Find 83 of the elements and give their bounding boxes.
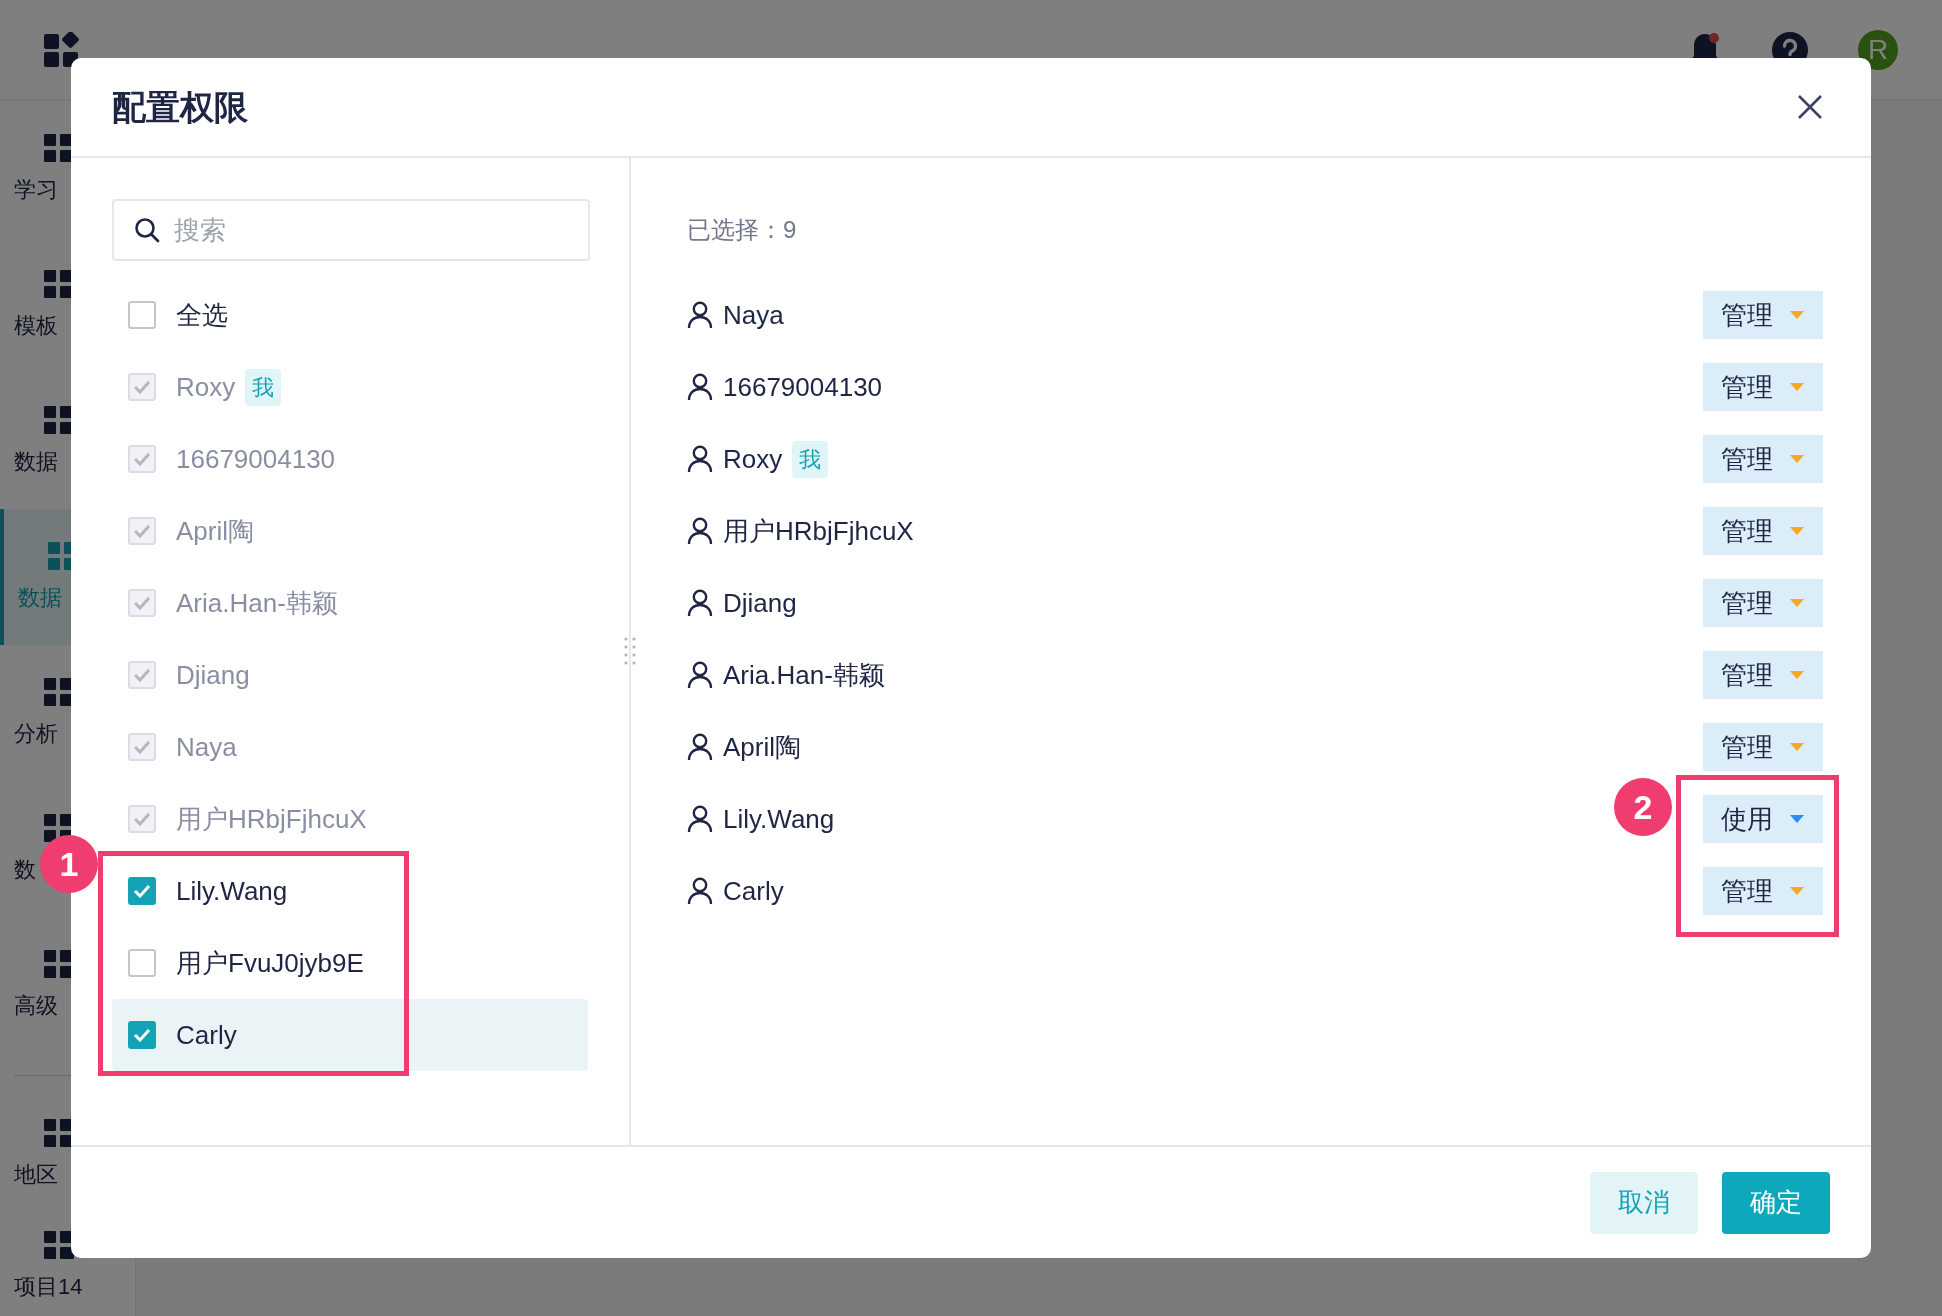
confirm-button[interactable]: 确定 <box>1722 1171 1830 1234</box>
person-icon <box>687 373 713 401</box>
sidebar-label: 学习 <box>14 175 58 204</box>
search-field[interactable]: 搜索 <box>112 199 590 261</box>
member-name: Roxy <box>723 442 783 476</box>
role-dropdown[interactable]: 管理 <box>1703 651 1823 699</box>
dialog-title: 配置权限 <box>112 86 248 128</box>
member-name: Naya <box>176 730 237 764</box>
role-dropdown[interactable]: 管理 <box>1703 579 1823 627</box>
sidebar-label: 数 <box>14 855 36 884</box>
check-icon <box>133 740 151 754</box>
member-name: Djiang <box>723 586 797 620</box>
person-icon <box>687 589 713 617</box>
apps-grid-icon <box>44 31 80 68</box>
check-icon <box>133 1028 151 1042</box>
member-name: Naya <box>723 298 784 332</box>
member-name: 用户HRbjFjhcuX <box>176 802 367 836</box>
role-dropdown[interactable]: 管理 <box>1703 867 1823 915</box>
caret-icon <box>1789 670 1805 680</box>
sidebar-label: 数据 <box>14 447 58 476</box>
caret-icon <box>1789 382 1805 392</box>
person-icon <box>687 661 713 689</box>
sidebar-label: 数据 <box>18 583 62 612</box>
person-icon <box>687 805 713 833</box>
member-name: Lily.Wang <box>176 874 288 908</box>
role-dropdown[interactable]: 管理 <box>1703 363 1823 411</box>
caret-icon <box>1789 886 1805 896</box>
role-dropdown[interactable]: 管理 <box>1703 507 1823 555</box>
member-name: April陶 <box>723 730 801 764</box>
drag-handle-icon <box>623 636 637 666</box>
person-icon <box>687 733 713 761</box>
me-tag: 我 <box>792 440 829 478</box>
person-icon <box>687 877 713 905</box>
close-icon <box>1797 94 1823 120</box>
person-icon <box>687 445 713 473</box>
select-all-label: 全选 <box>176 298 228 332</box>
me-tag: 我 <box>245 368 282 406</box>
member-name: Roxy <box>176 370 236 404</box>
caret-icon <box>1789 742 1805 752</box>
sidebar-label: 模板 <box>14 311 58 340</box>
sidebar-label: 高级 <box>14 991 58 1020</box>
role-dropdown[interactable]: 管理 <box>1703 723 1823 771</box>
role-dropdown[interactable]: 管理 <box>1703 291 1823 339</box>
member-name: Aria.Han-韩颖 <box>723 658 885 692</box>
caret-icon <box>1789 598 1805 608</box>
check-icon <box>133 380 151 394</box>
member-row[interactable]: Carly <box>112 999 588 1071</box>
caret-icon <box>1789 310 1805 320</box>
caret-icon <box>1789 454 1805 464</box>
sidebar-label: 分析 <box>14 719 58 748</box>
sidebar-label: 项目14 <box>14 1272 83 1301</box>
member-name: Carly <box>723 874 784 908</box>
member-name: Aria.Han-韩颖 <box>176 586 338 620</box>
member-name: Carly <box>176 1018 237 1052</box>
caret-icon <box>1789 526 1805 536</box>
checkbox[interactable] <box>128 1021 156 1049</box>
person-icon <box>687 517 713 545</box>
check-icon <box>133 596 151 610</box>
cancel-button[interactable]: 取消 <box>1590 1171 1698 1234</box>
person-icon <box>687 301 713 329</box>
member-name: 用户HRbjFjhcuX <box>723 514 914 548</box>
sidebar-item[interactable]: 项目14 <box>0 1210 135 1316</box>
check-icon <box>133 668 151 682</box>
member-name: Lily.Wang <box>723 802 835 836</box>
member-name: Djiang <box>176 658 250 692</box>
check-icon <box>133 452 151 466</box>
checkbox[interactable] <box>128 877 156 905</box>
selected-count: 已选择：9 <box>687 215 798 245</box>
member-name: 16679004130 <box>176 442 336 476</box>
member-name: 16679004130 <box>723 370 883 404</box>
caret-icon <box>1789 814 1805 824</box>
search-icon <box>134 217 160 243</box>
role-dropdown[interactable]: 使用 <box>1703 795 1823 843</box>
check-icon <box>133 524 151 538</box>
check-icon <box>133 884 151 898</box>
checkbox[interactable] <box>128 301 156 329</box>
member-row[interactable]: 用户FvuJ0jyb9E <box>112 927 588 999</box>
role-dropdown[interactable]: 管理 <box>1703 435 1823 483</box>
check-icon <box>133 812 151 826</box>
member-name: 用户FvuJ0jyb9E <box>176 946 364 980</box>
member-name: April陶 <box>176 514 254 548</box>
checkbox[interactable] <box>128 949 156 977</box>
sidebar-label: 地区 <box>14 1160 58 1189</box>
